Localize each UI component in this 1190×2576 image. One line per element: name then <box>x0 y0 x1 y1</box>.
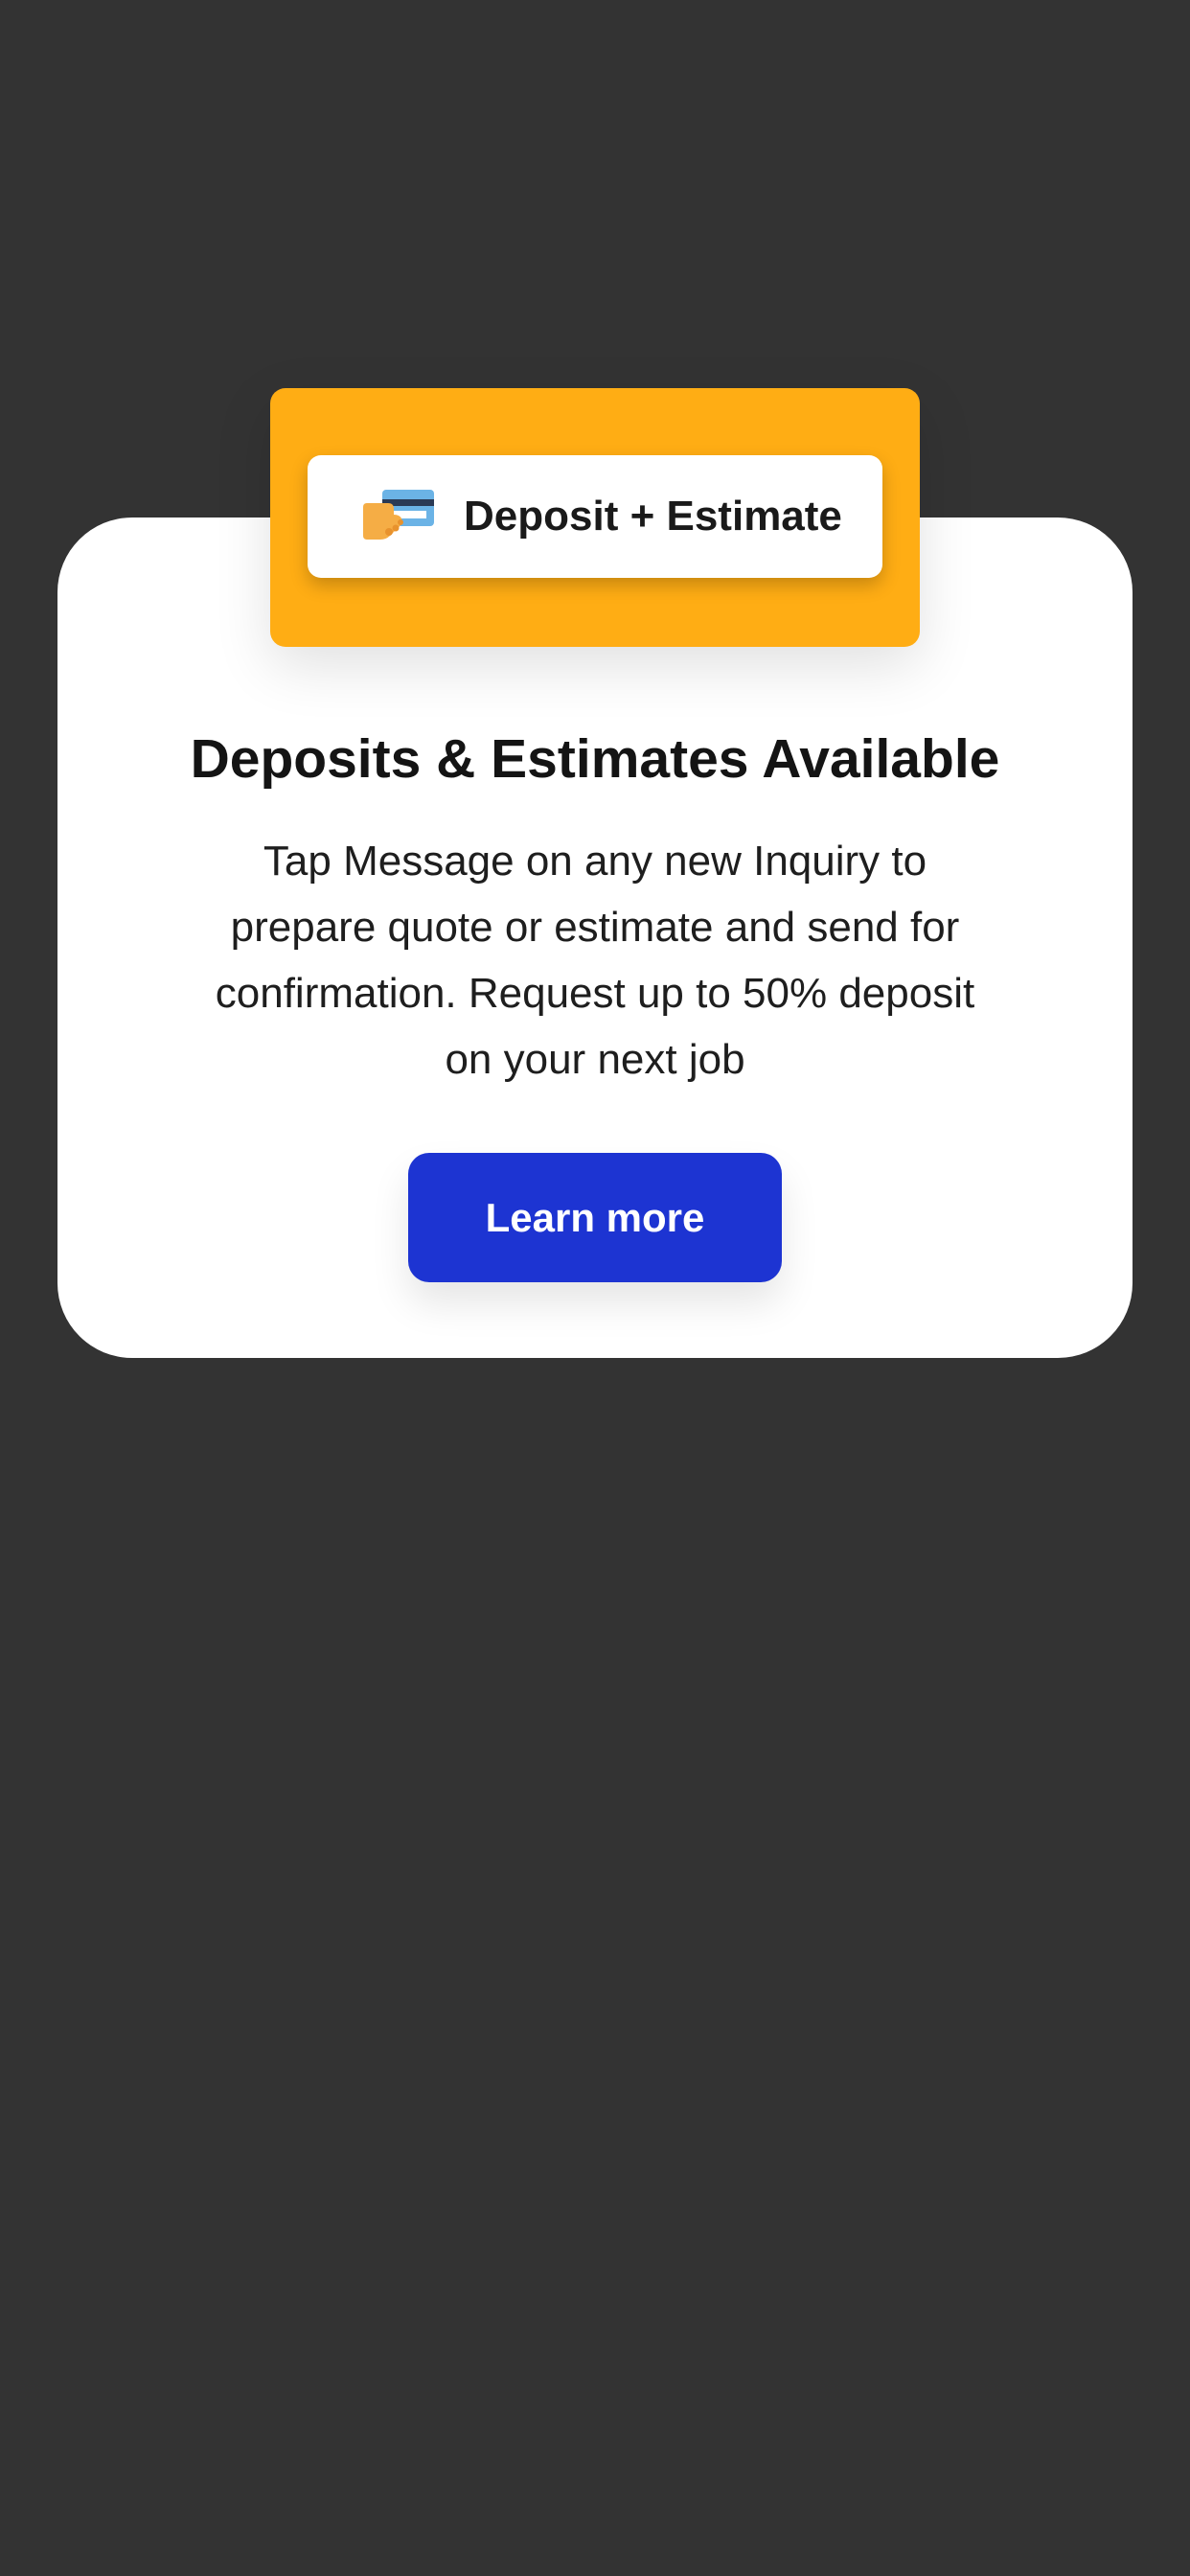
learn-more-button[interactable]: Learn more <box>408 1153 782 1282</box>
chip-label: Deposit + Estimate <box>464 493 842 540</box>
card-title: Deposits & Estimates Available <box>190 728 1000 790</box>
card-description: Tap Message on any new Inquiry to prepar… <box>215 838 975 1083</box>
feature-chip: Deposit + Estimate <box>308 455 882 578</box>
hand-holding-credit-card-icon <box>361 488 436 543</box>
hero-banner: Deposit + Estimate <box>270 388 920 647</box>
